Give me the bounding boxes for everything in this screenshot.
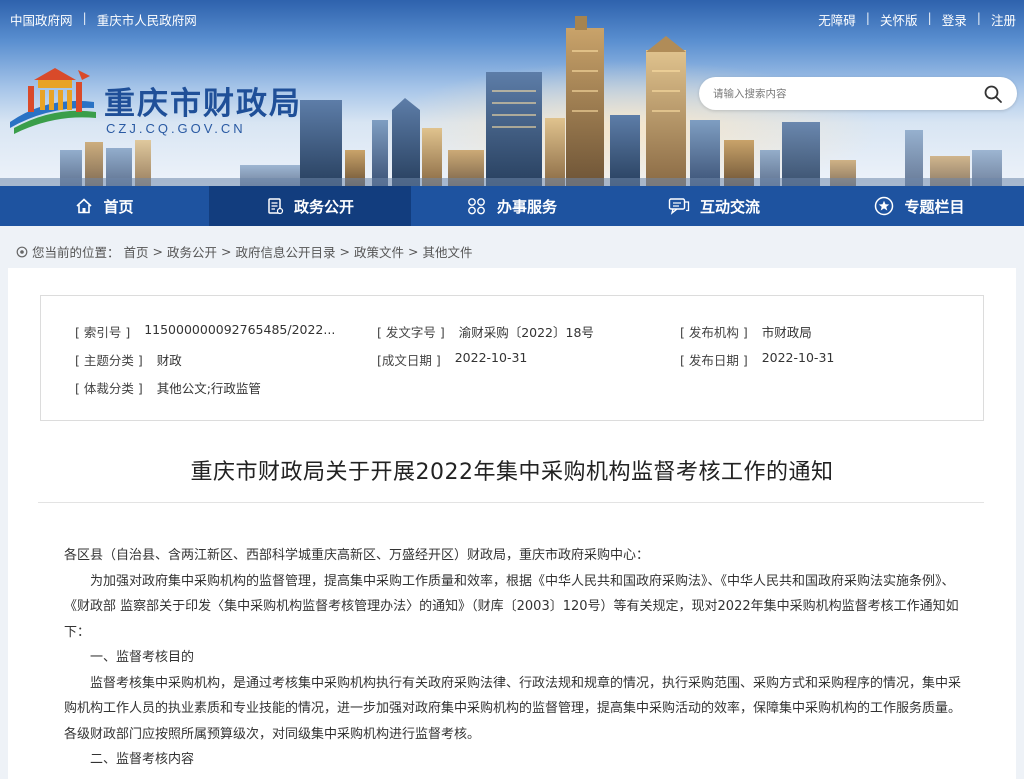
breadcrumb-info-catalog[interactable]: 政府信息公开目录 <box>236 242 336 261</box>
nav-item-label: 办事服务 <box>496 197 557 216</box>
meta-label: [ 发布机构 ] <box>680 325 748 340</box>
link-login[interactable]: 登录 <box>942 10 967 29</box>
article-paragraph: 为加强对政府集中采购机构的监督管理，提高集中采购工作质量和效率，根据《中华人民共… <box>64 573 959 640</box>
breadcrumb-separator: > <box>408 244 419 259</box>
top-right-links: 无障碍 | 关怀版 | 登录 | 注册 <box>818 10 1016 29</box>
breadcrumb-separator: > <box>339 244 351 259</box>
article-body: 各区县（自治县、含两江新区、西部科学城重庆高新区、万盛经开区）财政局，重庆市政府… <box>64 543 969 773</box>
meta-value: 财政 <box>156 353 182 368</box>
breadcrumb-policy-docs[interactable]: 政策文件 <box>354 242 404 261</box>
article-salutation: 各区县（自治县、含两江新区、西部科学城重庆高新区、万盛经开区）财政局，重庆市政府… <box>64 548 650 563</box>
top-left-links: 中国政府网 | 重庆市人民政府网 <box>10 10 197 29</box>
separator: | <box>976 10 981 25</box>
separator: | <box>927 10 932 25</box>
nav-item-label: 政务公开 <box>293 197 354 216</box>
article-section-heading: 二、监督考核内容 <box>90 752 195 767</box>
link-gov-portal[interactable]: 中国政府网 <box>10 10 73 29</box>
breadcrumb-government-affairs[interactable]: 政务公开 <box>167 242 217 261</box>
document-metadata-table: [ 索引号 ] 115000000092765485/2022... [ 发文字… <box>40 295 984 421</box>
top-utility-bar: 中国政府网 | 重庆市人民政府网 无障碍 | 关怀版 | 登录 | 注册 <box>0 0 1024 36</box>
home-icon <box>76 198 93 214</box>
meta-label: [ 体裁分类 ] <box>75 381 143 396</box>
location-pin-icon <box>16 246 28 257</box>
link-accessibility[interactable]: 无障碍 <box>818 10 856 29</box>
star-icon <box>875 196 894 216</box>
meta-label: [ 索引号 ] <box>75 325 131 340</box>
search-icon[interactable] <box>983 84 1003 104</box>
nav-item-label: 互动交流 <box>699 197 760 216</box>
meta-value: 其他公文;行政监管 <box>156 381 261 396</box>
nav-item-label: 专题栏目 <box>904 197 965 216</box>
nav-item-government-affairs[interactable]: 政务公开 <box>209 186 411 226</box>
meta-index-number: [ 索引号 ] 115000000092765485/2022... <box>75 322 335 341</box>
site-domain: CZJ.CQ.GOV.CN <box>106 121 246 136</box>
document-icon <box>268 198 284 215</box>
search-box <box>699 77 1017 110</box>
meta-published-date: [ 发布日期 ] 2022-10-31 <box>680 350 834 369</box>
meta-label: [ 发文字号 ] <box>377 325 445 340</box>
search-input[interactable] <box>713 85 973 103</box>
breadcrumb-separator: > <box>221 244 232 259</box>
breadcrumb-separator: > <box>152 244 164 259</box>
meta-genre: [ 体裁分类 ] 其他公文;行政监管 <box>75 378 261 397</box>
article-card: [ 索引号 ] 115000000092765485/2022... [ 发文字… <box>8 268 1016 779</box>
nav-item-services[interactable]: 办事服务 <box>411 186 613 226</box>
meta-value: 渝财采购〔2022〕18号 <box>458 325 594 340</box>
breadcrumb: 您当前的位置： 首页 > 政务公开 > 政府信息公开目录 > 政策文件 > 其他文件 <box>16 242 473 261</box>
finance-bureau-logo-icon[interactable] <box>8 66 100 138</box>
meta-value: 2022-10-31 <box>454 350 528 365</box>
separator: | <box>865 10 871 25</box>
link-chongqing-gov[interactable]: 重庆市人民政府网 <box>97 10 197 29</box>
article-section-heading: 一、监督考核目的 <box>90 650 195 665</box>
meta-created-date: [成文日期 ] 2022-10-31 <box>377 350 527 369</box>
main-nav: 首页 政务公开 办事服务 互动交流 专题栏目 <box>0 186 1024 226</box>
meta-value: 市财政局 <box>761 325 812 340</box>
separator: | <box>82 10 87 25</box>
site-header: 中国政府网 | 重庆市人民政府网 无障碍 | 关怀版 | 登录 | 注册 重庆市… <box>0 0 1024 186</box>
nav-item-home[interactable]: 首页 <box>0 186 209 226</box>
breadcrumb-other-docs[interactable]: 其他文件 <box>423 242 473 261</box>
site-title[interactable]: 重庆市财政局 <box>104 78 302 123</box>
meta-publisher: [ 发布机构 ] 市财政局 <box>680 322 812 341</box>
article-title: 重庆市财政局关于开展2022年集中采购机构监督考核工作的通知 <box>190 460 834 485</box>
meta-document-number: [ 发文字号 ] 渝财采购〔2022〕18号 <box>377 322 594 341</box>
meta-label: [ 发布日期 ] <box>680 353 748 368</box>
services-icon <box>468 198 485 215</box>
breadcrumb-prefix: 您当前的位置： <box>32 245 120 260</box>
meta-label: [成文日期 ] <box>377 353 441 368</box>
article-paragraph: 监督考核集中采购机构，是通过考核集中采购机构执行有关政府采购法律、行政法规和规章… <box>64 675 962 742</box>
meta-value: 2022-10-31 <box>761 350 835 365</box>
chat-icon <box>668 198 690 215</box>
meta-label: [ 主题分类 ] <box>75 353 143 368</box>
nav-item-label: 首页 <box>103 197 134 216</box>
title-divider <box>38 502 984 503</box>
link-care-mode[interactable]: 关怀版 <box>880 10 918 29</box>
meta-topic: [ 主题分类 ] 财政 <box>75 350 182 369</box>
nav-item-special-topics[interactable]: 专题栏目 <box>815 186 1024 226</box>
link-register[interactable]: 注册 <box>991 10 1016 29</box>
breadcrumb-home[interactable]: 首页 <box>124 242 149 261</box>
meta-value: 115000000092765485/2022... <box>144 322 336 337</box>
nav-item-interaction[interactable]: 互动交流 <box>613 186 815 226</box>
